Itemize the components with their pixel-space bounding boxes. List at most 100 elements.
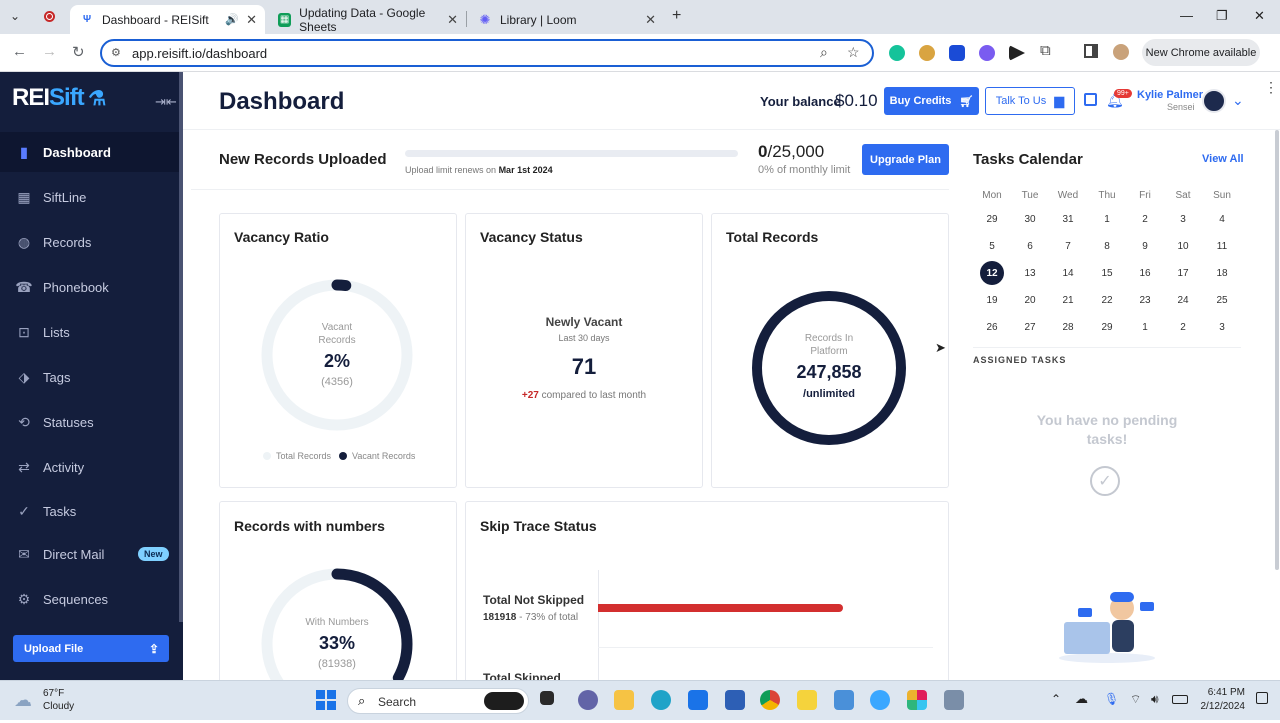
calendar-day[interactable]: 3 [1171,207,1195,231]
clock-time[interactable]: 6:41 PM [1207,687,1245,698]
chevron-down-icon[interactable]: ⌄ [1232,92,1244,109]
site-info-icon[interactable]: ⚙ [111,46,121,59]
wifi-icon[interactable]: ⌔ [1130,692,1141,707]
address-bar[interactable]: ⚙ app.reisift.io/dashboard ⌕ ☆ [100,39,874,67]
sidebar-item-statuses[interactable]: ⟲ Statuses [0,402,179,442]
recording-icon[interactable] [44,11,55,22]
reload-icon[interactable]: ↻ [72,43,85,61]
back-icon[interactable]: ← [12,43,27,60]
user-name[interactable]: Kylie Palmer [1137,89,1203,101]
notepad-icon[interactable] [834,690,854,710]
app-icon[interactable] [870,690,890,710]
profile-icon[interactable] [1113,44,1129,60]
sidebar-item-siftline[interactable]: ▦ SiftLine [0,177,179,217]
talk-to-us-button[interactable]: Talk To Us ▆ [985,87,1075,115]
sidebar-item-phonebook[interactable]: ☎ Phonebook [0,267,179,307]
sidebar-item-tasks[interactable]: ✓ Tasks [0,491,179,531]
window-close-icon[interactable]: ✕ [1254,8,1265,24]
tab-google-sheets[interactable]: ▦ Updating Data - Google Sheets ✕ [268,5,466,34]
sticky-notes-icon[interactable] [797,690,817,710]
avatar[interactable] [1202,89,1226,113]
calendar-day[interactable]: 20 [1018,288,1042,312]
grammarly-ext-icon[interactable] [889,45,905,61]
page-scrollbar[interactable] [1275,130,1279,570]
chrome-icon[interactable] [760,690,780,710]
calendar-day[interactable]: 4 [1210,207,1234,231]
ext-blue-icon[interactable] [949,45,965,61]
upload-file-button[interactable]: Upload File ⇪ [13,635,169,662]
buy-credits-button[interactable]: Buy Credits 🛒︎ [884,87,979,115]
sidebar-scrollbar[interactable] [179,72,183,622]
file-explorer-icon[interactable] [614,690,634,710]
forward-icon[interactable]: → [42,43,57,60]
add-task-check-icon[interactable]: ✓ [1090,466,1120,496]
new-tab-button[interactable]: + [672,7,681,25]
view-all-link[interactable]: View All [1202,153,1244,165]
calendar-day[interactable]: 1 [1133,315,1157,339]
calendar-day[interactable]: 19 [980,288,1004,312]
collapse-sidebar-icon[interactable]: ⇥⇤ [155,94,177,110]
sidebar-item-direct-mail[interactable]: ✉ Direct Mail New [0,534,179,574]
loom-ext-icon[interactable] [979,45,995,61]
calendar-day[interactable]: 26 [980,315,1004,339]
extensions-icon[interactable]: ⧉ [1040,42,1051,59]
windows-start-icon[interactable] [316,690,336,710]
calendar-day[interactable]: 17 [1171,261,1195,285]
calendar-day[interactable]: 15 [1095,261,1119,285]
calendar-day[interactable]: 7 [1056,234,1080,258]
calendar-day[interactable]: 3 [1210,315,1234,339]
microphone-icon[interactable]: 🎙︎ [1104,692,1119,706]
sidebar-item-sequences[interactable]: ⚙ Sequences [0,579,179,619]
onedrive-icon[interactable]: ☁ [1075,691,1088,707]
bookmark-star-icon[interactable]: ☆ [847,44,860,61]
upgrade-plan-button[interactable]: Upgrade Plan [862,144,949,175]
calendar-day[interactable]: 10 [1171,234,1195,258]
notification-center-icon[interactable] [1256,692,1268,704]
close-icon[interactable]: ✕ [246,12,257,28]
calendar-day[interactable]: 18 [1210,261,1234,285]
clock-date[interactable]: 2/12/2024 [1197,701,1246,712]
calendar-day[interactable]: 28 [1056,315,1080,339]
calendar-day[interactable]: 11 [1210,234,1234,258]
store-icon[interactable] [725,690,745,710]
sidebar-item-lists[interactable]: ⊡ Lists [0,312,179,352]
calendar-icon[interactable] [1084,93,1097,106]
teams-icon[interactable] [578,690,598,710]
calendar-day[interactable]: 23 [1133,288,1157,312]
task-view-icon[interactable] [540,691,554,705]
calendar-day[interactable]: 29 [980,207,1004,231]
weather-icon[interactable]: ☁ [14,690,32,711]
calendar-day[interactable]: 24 [1171,288,1195,312]
new-chrome-available-button[interactable]: New Chrome available [1142,39,1260,66]
minimize-icon[interactable]: — [1180,8,1193,23]
close-icon[interactable]: ✕ [447,12,458,28]
taskbar-search[interactable]: ⌕ Search [347,688,529,714]
calendar-day[interactable]: 16 [1133,261,1157,285]
calendar-day[interactable]: 29 [1095,315,1119,339]
battery-icon[interactable] [1172,695,1188,704]
tab-loom[interactable]: ✺ Library | Loom ✕ [468,5,664,34]
calendar-day[interactable]: 6 [1018,234,1042,258]
tab-dashboard[interactable]: Ψ Dashboard - REISift 🔊 ✕ [70,5,265,34]
sidebar-item-dashboard[interactable]: ▮ Dashboard [0,132,179,172]
snipping-tool-icon[interactable] [944,690,964,710]
play-ext-icon[interactable] [1009,45,1025,61]
calendar-day[interactable]: 21 [1056,288,1080,312]
tab-search-button[interactable]: ⌄ [10,9,20,23]
show-hidden-icons[interactable]: ⌃ [1051,692,1061,706]
calendar-day[interactable]: 30 [1018,207,1042,231]
sidebar-item-records[interactable]: ◍ Records [0,222,179,262]
close-icon[interactable]: ✕ [645,12,656,28]
calendar-day[interactable]: 8 [1095,234,1119,258]
calendar-day[interactable]: 1 [1095,207,1119,231]
calendar-day[interactable]: 31 [1056,207,1080,231]
calendar-day[interactable]: 5 [980,234,1004,258]
slack-icon[interactable] [907,690,927,710]
calendar-day[interactable]: 14 [1056,261,1080,285]
calendar-day[interactable]: 13 [1018,261,1042,285]
sidebar-item-activity[interactable]: ⇄ Activity [0,447,179,487]
side-panel-icon[interactable] [1084,44,1098,58]
calendar-day[interactable]: 25 [1210,288,1234,312]
mail-icon[interactable] [688,690,708,710]
sidebar-item-tags[interactable]: ⬗ Tags [0,357,179,397]
